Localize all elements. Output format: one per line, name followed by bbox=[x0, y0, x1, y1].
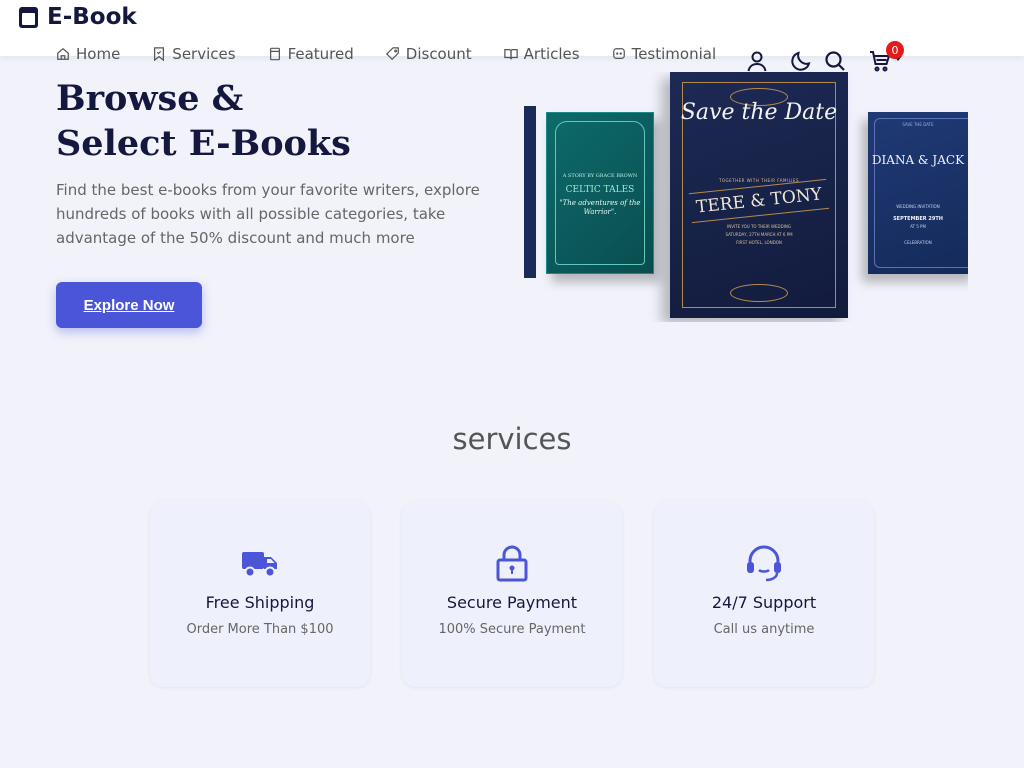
cover-date: SEPTEMBER 29TH bbox=[893, 216, 943, 222]
site-header: E-Book Home Services Featured Discount A… bbox=[0, 0, 1024, 72]
bookmark-icon bbox=[154, 47, 165, 61]
book-cover-diana-jack[interactable]: SAVE THE DATE DIANA & JACK WEDDING INVIT… bbox=[868, 112, 968, 274]
service-card-payment: Secure Payment 100% Secure Payment bbox=[402, 501, 622, 687]
service-card-support: 24/7 Support Call us anytime bbox=[654, 501, 874, 687]
cover-date: SATURDAY, 27TH MARCH AT 6 PM bbox=[725, 232, 793, 237]
moon-icon bbox=[791, 51, 811, 71]
cover-time: AT 5 PM bbox=[910, 224, 926, 229]
cover-title: CELTIC TALES bbox=[565, 185, 635, 195]
cover-place: FIRST HOTEL, LONDON bbox=[736, 240, 782, 245]
chat-icon bbox=[612, 48, 625, 59]
service-subtitle: Call us anytime bbox=[713, 622, 815, 637]
nav-services-label: Services bbox=[172, 45, 236, 63]
lock-icon bbox=[496, 545, 528, 582]
service-card-shipping: Free Shipping Order More Than $100 bbox=[150, 501, 370, 687]
nav-articles-label: Articles bbox=[523, 45, 580, 63]
theme-toggle[interactable] bbox=[788, 48, 814, 74]
services-heading: services bbox=[452, 422, 572, 456]
nav-articles[interactable]: Articles bbox=[503, 44, 580, 64]
cover-venue: CELEBRATION bbox=[904, 240, 932, 245]
service-title: 24/7 Support bbox=[711, 593, 817, 612]
cover-line: INVITE YOU TO THEIR WEDDING bbox=[727, 224, 791, 229]
service-title: Secure Payment bbox=[446, 593, 578, 612]
brand-name: E-Book bbox=[47, 4, 137, 30]
nav-testimonial[interactable]: Testimonial bbox=[612, 44, 717, 64]
cover-top-text: SAVE THE DATE bbox=[902, 122, 934, 127]
explore-now-button[interactable]: Explore Now bbox=[56, 282, 202, 328]
book-logo-icon bbox=[19, 6, 38, 28]
hero-title-line2: Select E-Books bbox=[56, 123, 351, 164]
book-cover-edge[interactable] bbox=[524, 106, 536, 278]
service-subtitle: 100% Secure Payment bbox=[438, 622, 586, 637]
nav-discount-label: Discount bbox=[405, 45, 472, 63]
book-cover-celtic-tales[interactable]: A STORY BY GRACE BROWN CELTIC TALES "The… bbox=[546, 112, 654, 274]
cover-caption: WEDDING INVITATION bbox=[896, 204, 940, 209]
cart-count-badge: 0 bbox=[886, 41, 904, 59]
hero-title-line1: Browse & bbox=[56, 78, 244, 119]
nav-home-label: Home bbox=[76, 45, 121, 63]
cart-button[interactable]: 0 bbox=[868, 41, 904, 73]
headset-icon bbox=[747, 545, 781, 582]
logo-link[interactable]: E-Book bbox=[18, 4, 137, 30]
header-actions: 0 bbox=[744, 41, 904, 74]
search-button[interactable] bbox=[822, 48, 848, 74]
nav-home[interactable]: Home bbox=[56, 44, 120, 64]
nav-featured-label: Featured bbox=[287, 45, 354, 63]
cover-script-title: Save the Date bbox=[680, 100, 838, 125]
user-button[interactable] bbox=[744, 48, 770, 74]
open-book-icon bbox=[503, 49, 518, 60]
service-title: Free Shipping bbox=[205, 593, 315, 612]
truck-icon bbox=[242, 552, 277, 578]
home-icon bbox=[57, 47, 69, 60]
book-icon bbox=[269, 47, 280, 61]
hero-description: Find the best e-books from your favorite… bbox=[56, 181, 480, 247]
nav-featured[interactable]: Featured bbox=[268, 44, 354, 64]
tag-icon bbox=[385, 47, 399, 61]
cover-author: A STORY BY GRACE BROWN bbox=[562, 173, 638, 179]
user-icon bbox=[747, 51, 767, 72]
nav-discount[interactable]: Discount bbox=[385, 44, 472, 64]
hero-title: Browse & Select E-Books bbox=[56, 76, 351, 166]
main-nav: Home Services Featured Discount Articles… bbox=[56, 44, 716, 64]
search-icon bbox=[825, 51, 845, 71]
cover-names: DIANA & JACK bbox=[871, 153, 965, 167]
services-list: Free Shipping Order More Than $100 Secur… bbox=[150, 501, 874, 687]
nav-testimonial-label: Testimonial bbox=[631, 45, 717, 63]
book-cover-save-the-date[interactable]: Save the Date TOGETHER WITH THEIR FAMILI… bbox=[670, 72, 848, 318]
book-showcase: A STORY BY GRACE BROWN CELTIC TALES "The… bbox=[524, 72, 968, 322]
service-subtitle: Order More Than $100 bbox=[186, 622, 334, 637]
ornament bbox=[730, 284, 788, 302]
cover-floral-frame bbox=[874, 118, 968, 268]
nav-services[interactable]: Services bbox=[152, 44, 236, 64]
cover-subtitle: "The adventures of the Warrior". bbox=[559, 199, 641, 216]
